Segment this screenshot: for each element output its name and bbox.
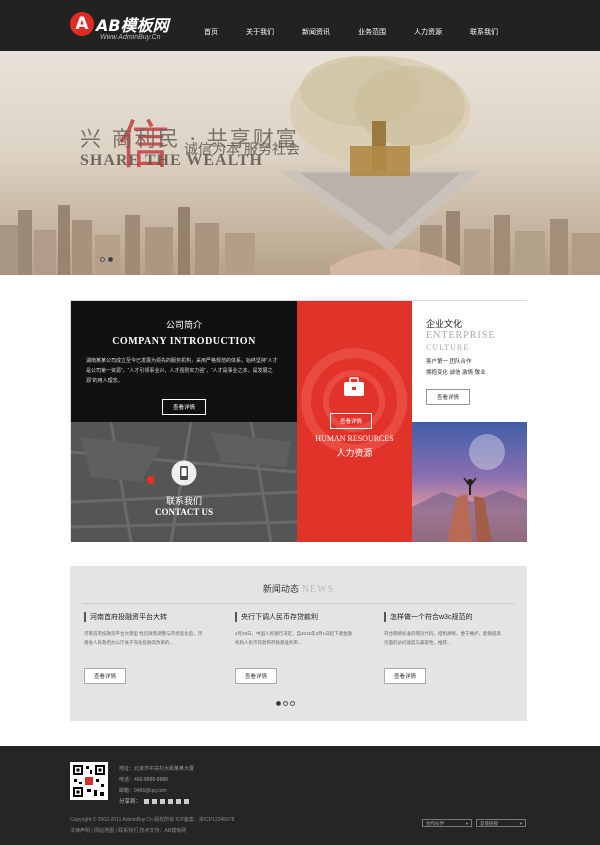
tree-island-image	[280, 56, 480, 275]
news-dot-2[interactable]	[283, 701, 288, 706]
news-title-zh: 新闻动态	[262, 584, 299, 594]
culture-values-1: 客户第一 团队合作	[426, 359, 472, 365]
intro-more-button[interactable]: 查看详情	[161, 399, 206, 415]
partner-select-value: 合作伙伴	[426, 821, 444, 826]
news-item: 央行下调人民币存贷款利 2月28日，中国人民银行决定，自2015年3月1日起下调…	[235, 612, 355, 647]
footer-copyright: Copyright © 2002-2011 AdminBuy.Cn 版权所有 I…	[70, 817, 235, 823]
news-item-desc: 符合网络标准的网页代码，结构清晰、便于维护，能够提高页面的访问速度与兼容性，推荐…	[384, 631, 501, 645]
contact-title-zh: 联系我们	[165, 496, 202, 506]
footer-phone: 电话：400-8888-8888	[119, 777, 168, 783]
friend-links-select-value: 友情链接	[480, 821, 498, 826]
nav-business[interactable]: 业务范围	[344, 0, 400, 51]
share-qzone-icon[interactable]	[144, 798, 150, 804]
share-tencent-icon[interactable]	[160, 798, 166, 804]
share-renren-icon[interactable]	[168, 798, 174, 804]
nav-contact[interactable]: 联系我们	[456, 0, 512, 51]
culture-values-2: 拥抱变化 诚信 激情 敬业	[426, 370, 486, 376]
hero-banner[interactable]: 信 兴 商利民 · 共享财富 诚信为本 服务社会 SHARE THE WEALT…	[0, 51, 600, 275]
site-logo[interactable]: A AB模板网 Www.AdminBuy.Cn	[70, 10, 180, 46]
culture-more-button[interactable]: 查看详情	[426, 389, 471, 405]
banner-title-en: SHARE THE WEALTH	[80, 152, 263, 169]
qr-code-icon	[70, 762, 108, 800]
news-section: 新闻动态 NEWS 河南首府投融资平台大转 河南首府投融资平台大转型 经历政策调整…	[70, 566, 527, 721]
news-dot-1[interactable]	[276, 701, 281, 706]
culture-block: 企业文化 ENTERPRISE CULTURE 客户第一 团队合作 拥抱变化 诚…	[412, 301, 527, 422]
footer-contact-info: 地址：北京市中关村大街某某大厦 电话：400-8888-8888 邮箱：9466…	[119, 764, 194, 797]
footer-email: 邮箱：9466@qq.com	[119, 788, 167, 794]
news-item: 怎样做一个符合w3c规范的 符合网络标准的网页代码，结构清晰、便于维护，能够提高…	[384, 612, 504, 647]
news-more-button[interactable]: 查看详情	[235, 668, 278, 684]
news-more-button[interactable]: 查看详情	[84, 668, 127, 684]
banner-pagination	[100, 257, 113, 262]
banner-dot-1[interactable]	[100, 257, 105, 262]
company-intro-block: 公司简介 COMPANY INTRODUCTION 湖南某某公司成立至今已发展为…	[71, 301, 297, 422]
hr-more-button[interactable]: 查看详情	[330, 413, 373, 429]
chevron-down-icon: ▾	[465, 821, 468, 826]
feature-grid: 公司简介 COMPANY INTRODUCTION 湖南某某公司成立至今已发展为…	[70, 300, 527, 542]
news-item-desc: 河南首府投融资平台大转型 经历政策调整与市场变化后，河南省人民政府办公厅关于深化…	[84, 631, 203, 645]
news-divider	[82, 603, 515, 604]
briefcase-icon	[344, 377, 364, 396]
nav-home[interactable]: 首页	[196, 0, 232, 51]
chevron-down-icon: ▾	[519, 821, 522, 826]
news-more-button[interactable]: 查看详情	[384, 668, 427, 684]
news-item-title[interactable]: 央行下调人民币存贷款利	[235, 612, 355, 622]
share-wechat-icon[interactable]	[176, 798, 182, 804]
intro-title-en: COMPANY INTRODUCTION	[112, 336, 256, 347]
hr-block[interactable]: 查看详情 HUMAN RESOURCES 人力资源	[297, 301, 412, 542]
logo-text: AB模板网	[96, 16, 169, 35]
news-item-title[interactable]: 河南首府投融资平台大转	[84, 612, 204, 622]
teamwork-photo	[412, 422, 527, 542]
news-item-title[interactable]: 怎样做一个符合w3c规范的	[384, 612, 504, 622]
intro-desc: 湖南某某公司成立至今已发展为领先的服务机构，采用严格规范的体系，始终坚持“人才是…	[86, 358, 278, 384]
intro-title-zh: 公司简介	[165, 320, 202, 330]
friend-links-select[interactable]: 友情链接 ▾	[476, 819, 526, 827]
footer-links[interactable]: 法律声明 | 网站地图 | 联系我们 技术支持：AB模板网	[70, 827, 186, 834]
banner-dot-2[interactable]	[108, 257, 113, 262]
phone-icon	[171, 460, 197, 486]
share-more-icon[interactable]	[184, 798, 190, 804]
site-header: A AB模板网 Www.AdminBuy.Cn 首页 关于我们 新闻资讯 业务范…	[0, 0, 600, 51]
nav-news[interactable]: 新闻资讯	[288, 0, 344, 51]
share-weibo-icon[interactable]	[152, 798, 158, 804]
nav-about[interactable]: 关于我们	[232, 0, 288, 51]
news-pagination	[276, 701, 295, 706]
nav-hr[interactable]: 人力资源	[400, 0, 456, 51]
share-label: 分享到：	[119, 799, 142, 805]
culture-title-zh: 企业文化	[426, 319, 463, 329]
contact-block[interactable]: 联系我们 CONTACT US	[71, 422, 297, 542]
news-item: 河南首府投融资平台大转 河南首府投融资平台大转型 经历政策调整与市场变化后，河南…	[84, 612, 204, 647]
hands-illustration	[412, 434, 527, 542]
logo-mark-icon: A	[70, 12, 94, 36]
footer-address: 地址：北京市中关村大街某某大厦	[119, 766, 195, 772]
partner-select[interactable]: 合作伙伴 ▾	[422, 819, 472, 827]
logo-url: Www.AdminBuy.Cn	[100, 34, 161, 41]
contact-title-en: CONTACT US	[155, 507, 213, 517]
news-item-desc: 2月28日，中国人民银行决定，自2015年3月1日起下调金融机构人民币贷款和存款…	[235, 631, 353, 645]
swirl-watermark	[301, 348, 407, 454]
hr-title-zh: 人力资源	[336, 448, 373, 458]
site-footer: 地址：北京市中关村大街某某大厦 电话：400-8888-8888 邮箱：9466…	[0, 746, 600, 845]
culture-title-en1: ENTERPRISE	[426, 330, 496, 341]
hr-title-en: HUMAN RESOURCES	[315, 434, 394, 443]
news-heading: 新闻动态 NEWS	[70, 582, 527, 595]
culture-title-en2: CULTURE	[426, 343, 470, 352]
news-title-en: NEWS	[301, 584, 335, 595]
news-dot-3[interactable]	[290, 701, 295, 706]
share-bar: 分享到：	[119, 797, 190, 805]
main-nav: 首页 关于我们 新闻资讯 业务范围 人力资源 联系我们	[196, 0, 512, 51]
